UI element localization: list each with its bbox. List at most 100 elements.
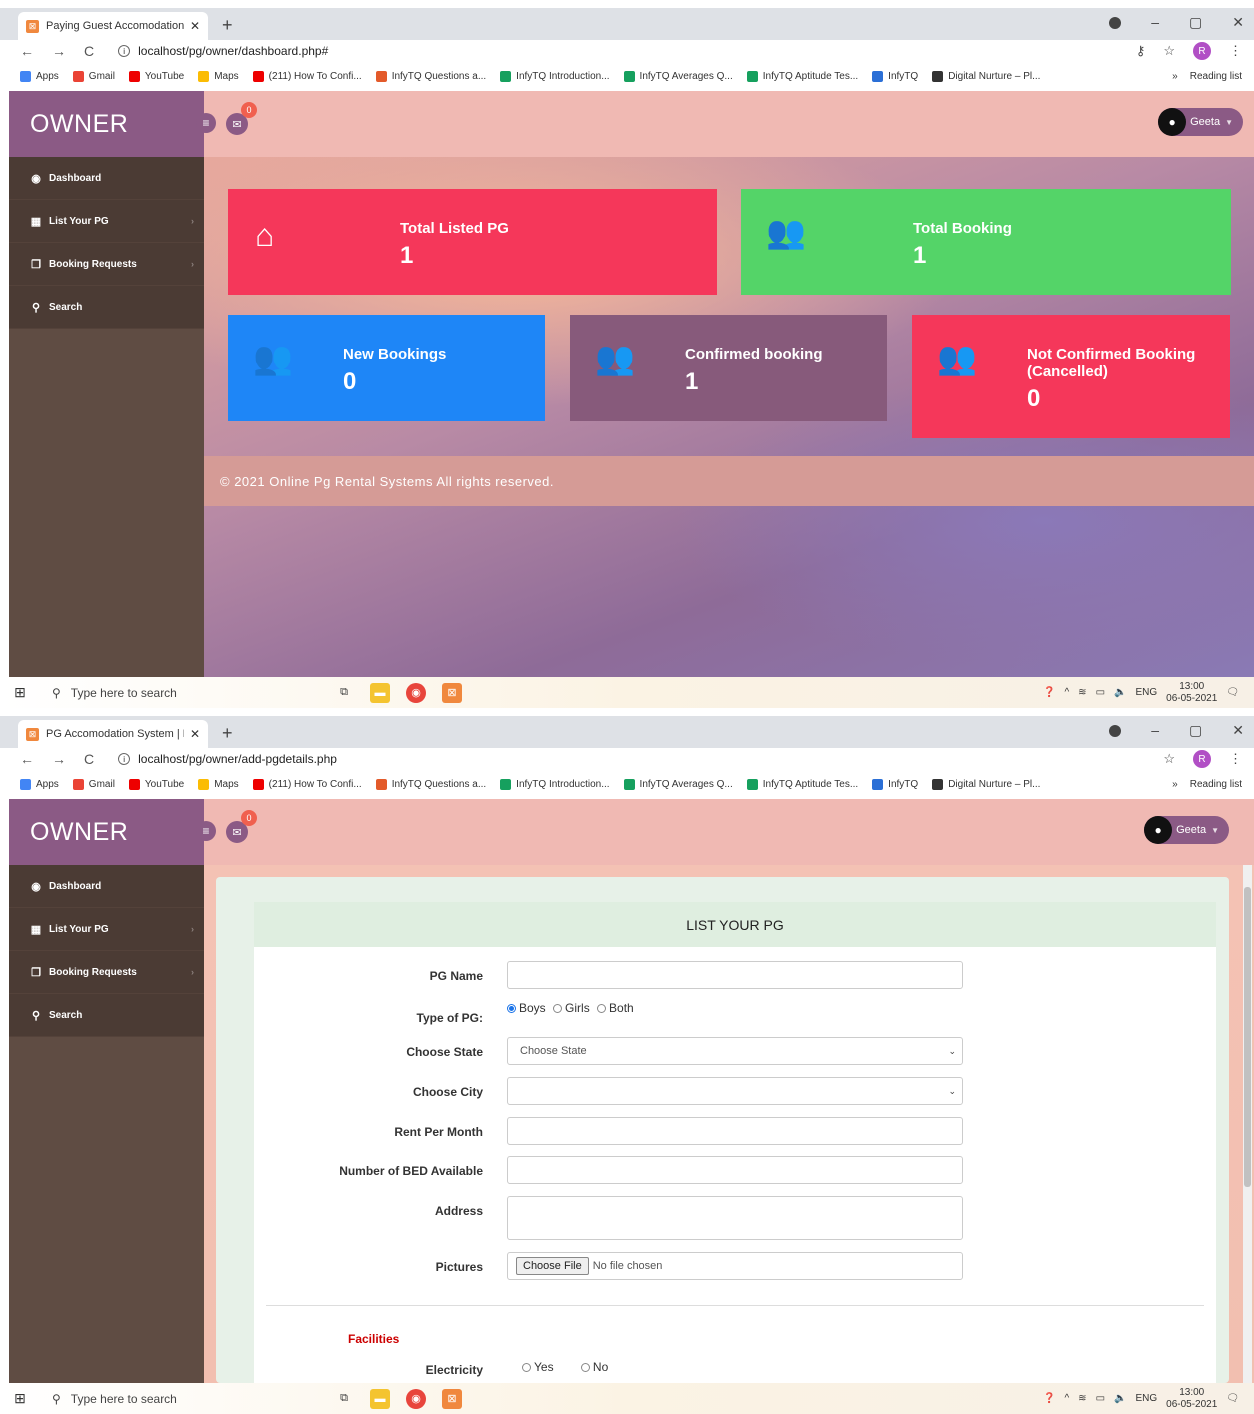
xampp-icon[interactable]: ⊠ bbox=[442, 1388, 462, 1409]
bookmark-infytq-questions[interactable]: InfyTQ Questions a... bbox=[375, 70, 486, 82]
language-indicator[interactable]: ENG bbox=[1135, 1393, 1157, 1404]
card-total-booking[interactable]: 👥 Total Booking 1 bbox=[741, 189, 1231, 295]
bookmark-infytq-aptitude[interactable]: InfyTQ Aptitude Tes... bbox=[746, 70, 858, 82]
bookmark-infytq[interactable]: InfyTQ bbox=[872, 70, 918, 82]
scrollbar-thumb[interactable] bbox=[1244, 887, 1251, 1187]
url-field[interactable]: i localhost/pg/owner/dashboard.php# bbox=[118, 44, 328, 58]
menu-dots-icon[interactable]: ⋮ bbox=[1229, 43, 1242, 59]
page-scrollbar[interactable] bbox=[1243, 865, 1252, 1383]
card-total-listed-pg[interactable]: ⌂ Total Listed PG 1 bbox=[228, 189, 717, 295]
clock[interactable]: 13:00 06-05-2021 bbox=[1166, 1387, 1217, 1411]
notification-icon[interactable]: 🗨 bbox=[1226, 1393, 1239, 1404]
sidebar-item-list-your-pg[interactable]: ▦ List Your PG › bbox=[9, 200, 204, 243]
sidebar-item-search[interactable]: ⚲ Search bbox=[9, 286, 204, 329]
bookmark-maps[interactable]: Maps bbox=[198, 70, 239, 82]
maximize-icon[interactable]: ▢ bbox=[1189, 722, 1202, 739]
reload-icon[interactable]: C bbox=[84, 751, 94, 767]
reload-icon[interactable]: C bbox=[84, 43, 94, 59]
sidebar-item-dashboard[interactable]: ◉ Dashboard bbox=[9, 865, 204, 908]
bookmark-infytq-questions[interactable]: InfyTQ Questions a... bbox=[375, 778, 486, 790]
forward-icon[interactable]: → bbox=[52, 43, 66, 59]
bookmark-youtube-video[interactable]: (211) How To Confi... bbox=[252, 70, 362, 82]
rent-input[interactable] bbox=[507, 1117, 963, 1145]
card-not-confirmed-booking[interactable]: 👥 Not Confirmed Booking (Cancelled) 0 bbox=[912, 315, 1230, 438]
bookmark-infytq-intro[interactable]: InfyTQ Introduction... bbox=[500, 778, 610, 790]
radio-girls[interactable]: Girls bbox=[553, 1001, 590, 1015]
pg-name-input[interactable] bbox=[507, 961, 963, 989]
brand-title[interactable]: OWNER bbox=[9, 799, 204, 865]
user-menu-button[interactable]: ● Geeta ▼ bbox=[1158, 108, 1243, 136]
new-tab-icon[interactable]: + bbox=[222, 723, 233, 744]
radio-boys[interactable]: Boys bbox=[507, 1001, 546, 1015]
key-icon[interactable]: ⚷ bbox=[1136, 43, 1146, 59]
user-menu-button[interactable]: ● Geeta ▼ bbox=[1144, 816, 1229, 844]
minimize-icon[interactable]: – bbox=[1151, 14, 1159, 31]
language-indicator[interactable]: ENG bbox=[1135, 687, 1157, 698]
bookmark-infytq[interactable]: InfyTQ bbox=[872, 778, 918, 790]
close-tab-icon[interactable]: ✕ bbox=[190, 19, 200, 33]
back-icon[interactable]: ← bbox=[20, 751, 34, 767]
back-icon[interactable]: ← bbox=[20, 43, 34, 59]
close-tab-icon[interactable]: ✕ bbox=[190, 727, 200, 741]
battery-icon[interactable]: ▭ bbox=[1096, 1393, 1105, 1404]
volume-icon[interactable]: 🔈 bbox=[1114, 687, 1126, 698]
star-icon[interactable]: ☆ bbox=[1163, 43, 1175, 59]
bookmark-infytq-aptitude[interactable]: InfyTQ Aptitude Tes... bbox=[746, 778, 858, 790]
bookmark-gmail[interactable]: Gmail bbox=[72, 778, 115, 790]
bookmark-infytq-intro[interactable]: InfyTQ Introduction... bbox=[500, 70, 610, 82]
info-icon[interactable]: i bbox=[118, 45, 131, 57]
state-select[interactable]: Choose State ⌄ bbox=[507, 1037, 963, 1065]
menu-toggle-icon[interactable]: ≡ bbox=[196, 113, 216, 133]
taskbar-search[interactable]: ⚲ Type here to search bbox=[40, 686, 320, 700]
record-icon[interactable] bbox=[1109, 725, 1122, 737]
wifi-icon[interactable]: ≋ bbox=[1078, 1393, 1086, 1404]
radio-both[interactable]: Both bbox=[597, 1001, 634, 1015]
sidebar-item-list-your-pg[interactable]: ▦ List Your PG › bbox=[9, 908, 204, 951]
browser-tab[interactable]: ⊠ PG Accomodation System | PG F ✕ bbox=[18, 720, 208, 748]
bookmark-apps[interactable]: Apps bbox=[20, 778, 59, 790]
bookmark-apps[interactable]: Apps bbox=[20, 70, 59, 82]
beds-input[interactable] bbox=[507, 1156, 963, 1184]
bookmark-youtube[interactable]: YouTube bbox=[128, 70, 184, 82]
close-window-icon[interactable]: ✕ bbox=[1232, 14, 1244, 31]
sidebar-item-booking-requests[interactable]: ❐ Booking Requests › bbox=[9, 951, 204, 994]
maximize-icon[interactable]: ▢ bbox=[1189, 14, 1202, 31]
task-view-icon[interactable]: ⧉ bbox=[334, 1389, 354, 1409]
task-view-icon[interactable]: ⧉ bbox=[334, 683, 354, 703]
help-icon[interactable]: ❓ bbox=[1043, 687, 1055, 698]
radio-electricity-yes[interactable]: Yes bbox=[522, 1360, 554, 1374]
sidebar-item-search[interactable]: ⚲ Search bbox=[9, 994, 204, 1037]
notification-icon[interactable]: 🗨 bbox=[1226, 687, 1239, 698]
bookmark-youtube-video[interactable]: (211) How To Confi... bbox=[252, 778, 362, 790]
close-window-icon[interactable]: ✕ bbox=[1232, 722, 1244, 739]
windows-start-icon[interactable]: ⊞ bbox=[0, 684, 40, 701]
reading-list[interactable]: Reading list bbox=[1190, 71, 1242, 82]
info-icon[interactable]: i bbox=[118, 753, 131, 765]
city-select[interactable]: ⌄ bbox=[507, 1077, 963, 1105]
wifi-icon[interactable]: ≋ bbox=[1078, 687, 1086, 698]
bookmark-gmail[interactable]: Gmail bbox=[72, 70, 115, 82]
bookmark-youtube[interactable]: YouTube bbox=[128, 778, 184, 790]
url-field[interactable]: i localhost/pg/owner/add-pgdetails.php bbox=[118, 752, 337, 766]
radio-electricity-no[interactable]: No bbox=[580, 1360, 608, 1374]
star-icon[interactable]: ☆ bbox=[1163, 751, 1175, 767]
clock[interactable]: 13:00 06-05-2021 bbox=[1166, 681, 1217, 705]
xampp-icon[interactable]: ⊠ bbox=[442, 682, 462, 703]
browser-tab[interactable]: ⊠ Paying Guest Accomodation Syst ✕ bbox=[18, 12, 208, 40]
reading-list[interactable]: Reading list bbox=[1190, 779, 1242, 790]
bookmark-digital-nurture[interactable]: Digital Nurture – Pl... bbox=[932, 778, 1040, 790]
taskbar-search[interactable]: ⚲ Type here to search bbox=[40, 1392, 320, 1406]
bookmark-digital-nurture[interactable]: Digital Nurture – Pl... bbox=[932, 70, 1040, 82]
chevron-up-icon[interactable]: ^ bbox=[1064, 687, 1069, 698]
volume-icon[interactable]: 🔈 bbox=[1114, 1393, 1126, 1404]
pictures-file-input[interactable]: Choose File No file chosen bbox=[507, 1252, 963, 1280]
bookmark-maps[interactable]: Maps bbox=[198, 778, 239, 790]
chrome-icon[interactable]: ◉ bbox=[406, 1388, 426, 1409]
windows-start-icon[interactable]: ⊞ bbox=[0, 1390, 40, 1407]
bookmark-infytq-averages[interactable]: InfyTQ Averages Q... bbox=[623, 70, 733, 82]
minimize-icon[interactable]: – bbox=[1151, 722, 1159, 739]
record-icon[interactable] bbox=[1109, 17, 1122, 29]
chrome-icon[interactable]: ◉ bbox=[406, 682, 426, 703]
bookmark-infytq-averages[interactable]: InfyTQ Averages Q... bbox=[623, 778, 733, 790]
choose-file-button[interactable]: Choose File bbox=[516, 1257, 589, 1275]
